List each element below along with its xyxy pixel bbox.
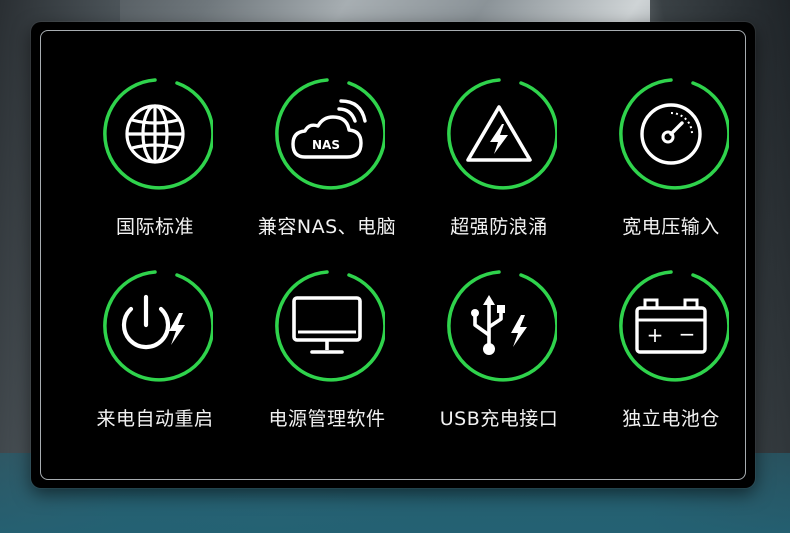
feature-ring [97,268,213,384]
feature-ring [441,76,557,192]
battery-minus-text: − [679,322,696,346]
feature-battery-compartment: + − 独立电池仓 [586,268,756,448]
feature-auto-restart: 来电自动重启 [70,268,240,448]
feature-ring [97,76,213,192]
feature-international-standard: 国际标准 [70,76,240,256]
feature-power-software: 电源管理软件 [242,268,412,448]
feature-usb-charging: USB充电接口 [414,268,584,448]
feature-surge-protection: 超强防浪涌 [414,76,584,256]
feature-ring [441,268,557,384]
feature-ring [613,76,729,192]
battery-plus-text: + [647,323,664,347]
feature-label: 超强防浪涌 [450,216,548,238]
surge-warning-icon [441,76,557,192]
power-restart-icon [97,268,213,384]
feature-ring: + − [613,268,729,384]
features-panel: 国际标准 NAS 兼容NAS、电脑 超强防浪涌 宽电压输入 来电自动重启 电源管… [31,22,755,488]
feature-label: 来电自动重启 [96,408,214,430]
feature-nas-compatible: NAS 兼容NAS、电脑 [242,76,412,256]
feature-wide-voltage: 宽电压输入 [586,76,756,256]
nas-cloud-icon: NAS [269,76,385,192]
feature-label: USB充电接口 [439,408,559,430]
globe-icon [97,76,213,192]
usb-charge-icon [441,268,557,384]
feature-label: 电源管理软件 [268,408,386,430]
feature-label: 国际标准 [115,216,194,238]
feature-ring [269,268,385,384]
feature-label: 宽电压输入 [622,216,720,238]
monitor-icon [269,268,385,384]
battery-icon: + − [613,268,729,384]
gauge-icon [613,76,729,192]
nas-text: NAS [312,138,340,152]
feature-label: 兼容NAS、电脑 [257,216,397,238]
feature-label: 独立电池仓 [622,408,720,430]
feature-ring: NAS [269,76,385,192]
